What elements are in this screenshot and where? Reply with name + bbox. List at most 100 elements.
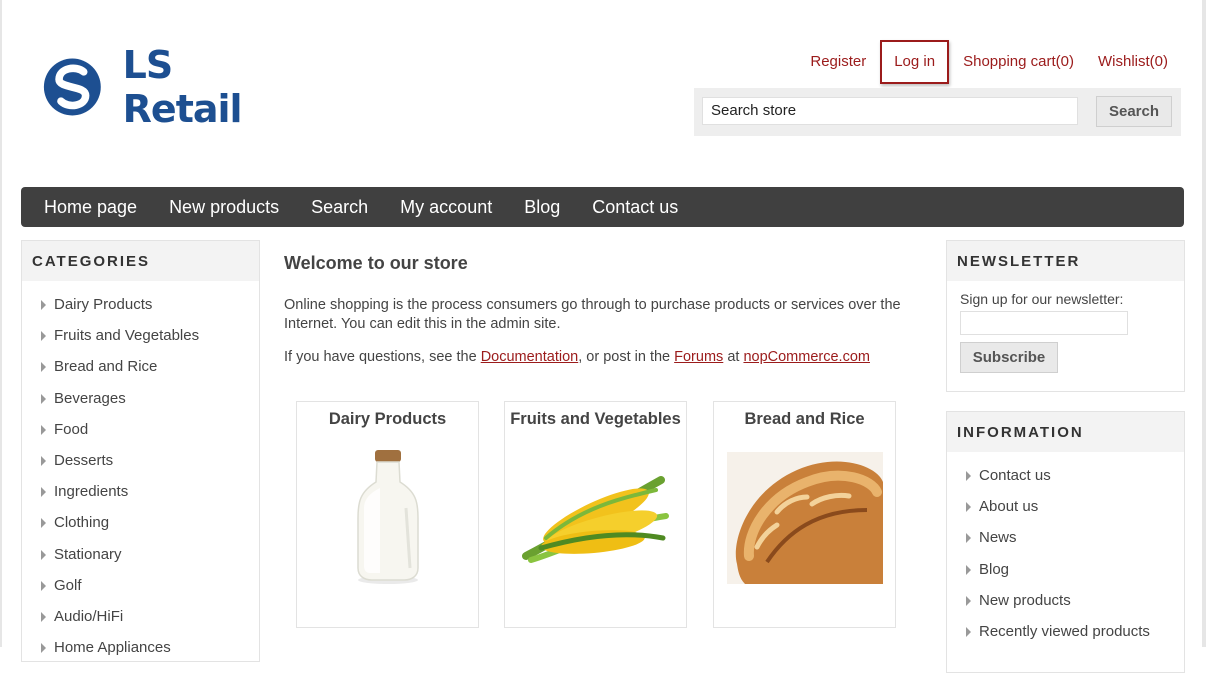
newsletter-title: NEWSLETTER xyxy=(947,241,1184,281)
information-item[interactable]: Contact us xyxy=(947,460,1184,491)
nav-contact-us[interactable]: Contact us xyxy=(576,187,694,227)
wishlist-link[interactable]: Wishlist(0) xyxy=(1086,43,1180,81)
category-label: Golf xyxy=(54,576,82,594)
information-label: Contact us xyxy=(979,467,1051,484)
category-item[interactable]: Stationary xyxy=(22,539,259,570)
questions-at: at xyxy=(723,349,744,365)
page-border-left xyxy=(0,0,2,647)
welcome-text: Online shopping is the process consumers… xyxy=(284,297,901,332)
subscribe-button[interactable]: Subscribe xyxy=(960,342,1058,373)
information-item[interactable]: Blog xyxy=(947,554,1184,585)
newsletter-email-field[interactable] xyxy=(960,311,1128,335)
category-card-title[interactable]: Dairy Products xyxy=(297,410,478,429)
category-item[interactable]: Desserts xyxy=(22,445,259,476)
milk-bottle-image[interactable] xyxy=(310,450,466,584)
information-item[interactable]: New products xyxy=(947,585,1184,616)
category-card-dairy[interactable]: Dairy Products xyxy=(296,401,479,628)
category-item[interactable]: Dairy Products xyxy=(22,289,259,320)
newsletter-label: Sign up for our newsletter: xyxy=(960,291,1124,307)
information-label: About us xyxy=(979,498,1039,516)
caret-right-icon xyxy=(41,487,46,498)
nav-home-page[interactable]: Home page xyxy=(21,187,153,227)
category-card-title[interactable]: Bread and Rice xyxy=(714,410,895,429)
category-item[interactable]: Clothing xyxy=(22,507,259,538)
category-card-fruits[interactable]: Fruits and Vegetables xyxy=(504,401,687,628)
caret-right-icon xyxy=(41,518,46,529)
category-label: Desserts xyxy=(54,451,114,469)
category-label: Ingredients xyxy=(54,483,129,501)
newsletter-block: NEWSLETTER Sign up for our newsletter: S… xyxy=(946,240,1185,392)
caret-right-icon xyxy=(41,300,46,310)
category-item[interactable]: Bread and Rice xyxy=(22,351,259,382)
category-label: Stationary xyxy=(54,545,122,563)
category-card-bread[interactable]: Bread and Rice xyxy=(713,401,896,628)
category-item[interactable]: Golf xyxy=(22,570,259,601)
category-item[interactable]: Home Appliances xyxy=(22,632,259,663)
caret-right-icon xyxy=(966,471,971,481)
corn-icon xyxy=(522,476,669,563)
caret-right-icon xyxy=(41,643,46,654)
category-item[interactable]: Audio/HiFi xyxy=(22,601,259,632)
store-logo[interactable]: LS Retail xyxy=(42,43,294,131)
information-item[interactable]: News xyxy=(947,522,1184,553)
register-link[interactable]: Register xyxy=(798,43,878,81)
category-item[interactable]: Beverages xyxy=(22,383,259,414)
caret-right-icon xyxy=(41,331,46,342)
category-item[interactable]: Fruits and Vegetables xyxy=(22,320,259,351)
nav-search[interactable]: Search xyxy=(295,187,384,227)
category-item[interactable]: Food xyxy=(22,414,259,445)
information-label: Blog xyxy=(979,560,1010,578)
information-item[interactable]: About us xyxy=(947,491,1184,522)
nav-blog[interactable]: Blog xyxy=(508,187,576,227)
category-label: Audio/HiFi xyxy=(54,607,124,625)
search-button[interactable]: Search xyxy=(1096,96,1172,127)
caret-right-icon xyxy=(966,533,971,544)
top-menu: Home page New products Search My account… xyxy=(21,187,1184,227)
information-label: News xyxy=(979,529,1017,547)
questions-prefix: If you have questions, see the xyxy=(284,349,481,365)
category-label: Beverages xyxy=(54,389,126,407)
category-label: Clothing xyxy=(54,514,110,532)
nopcommerce-link[interactable]: nopCommerce.com xyxy=(743,349,870,365)
information-block: INFORMATION Contact us About us News Blo… xyxy=(946,411,1185,673)
categories-list: Dairy Products Fruits and Vegetables Bre… xyxy=(22,281,259,663)
caret-right-icon xyxy=(966,595,971,606)
corn-image[interactable] xyxy=(518,452,674,584)
questions-middle: , or post in the xyxy=(578,349,675,365)
caret-right-icon xyxy=(966,626,971,637)
caret-right-icon xyxy=(41,424,46,435)
page-title: Welcome to our store xyxy=(284,253,468,273)
logo-text: LS Retail xyxy=(122,43,243,131)
nav-new-products[interactable]: New products xyxy=(153,187,295,227)
login-link[interactable]: Log in xyxy=(880,40,950,84)
search-input[interactable] xyxy=(702,97,1078,125)
category-label: Bread and Rice xyxy=(54,358,158,376)
shopping-cart-link[interactable]: Shopping cart(0) xyxy=(951,43,1086,81)
ls-retail-logo-icon xyxy=(43,58,101,116)
bread-image[interactable] xyxy=(727,452,883,584)
caret-right-icon xyxy=(966,564,971,575)
search-box: Search xyxy=(694,88,1181,136)
category-label: Fruits and Vegetables xyxy=(54,327,200,345)
caret-right-icon xyxy=(41,393,46,404)
questions-text: If you have questions, see the Documenta… xyxy=(284,349,870,365)
information-item[interactable]: Recently viewed products xyxy=(947,616,1184,647)
page-border-right xyxy=(1202,0,1206,647)
caret-right-icon xyxy=(41,455,46,466)
forums-link[interactable]: Forums xyxy=(674,349,723,365)
caret-right-icon xyxy=(41,611,46,622)
categories-title: CATEGORIES xyxy=(22,241,259,281)
milk-bottle-icon xyxy=(357,450,419,584)
nav-my-account[interactable]: My account xyxy=(384,187,508,227)
category-label: Food xyxy=(54,420,89,438)
header-links: Register Log in Shopping cart(0) Wishlis… xyxy=(798,40,1180,84)
caret-right-icon xyxy=(41,580,46,591)
documentation-link[interactable]: Documentation xyxy=(481,349,579,365)
information-label: New products xyxy=(979,591,1071,609)
information-label: Recently viewed products xyxy=(979,622,1150,640)
category-item[interactable]: Ingredients xyxy=(22,476,259,507)
category-label: Home Appliances xyxy=(54,639,171,657)
information-title: INFORMATION xyxy=(947,412,1184,452)
category-card-title[interactable]: Fruits and Vegetables xyxy=(505,410,686,429)
caret-right-icon xyxy=(41,362,46,373)
